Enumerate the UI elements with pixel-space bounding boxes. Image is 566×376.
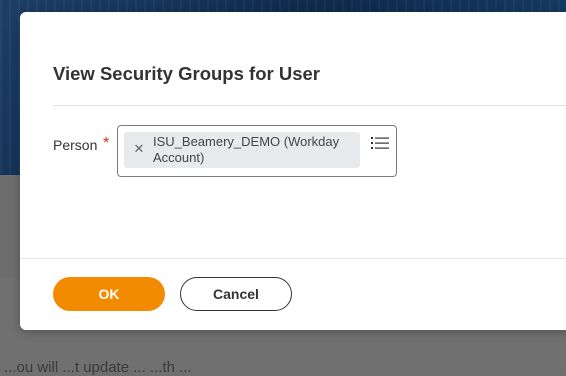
footer-divider [20, 258, 566, 259]
person-prompt-field[interactable]: ✕ ISU_Beamery_DEMO (Workday Account) [117, 125, 397, 177]
required-indicator: * [103, 135, 110, 152]
person-label: Person [53, 137, 98, 153]
cancel-button[interactable]: Cancel [180, 277, 292, 311]
selected-person-pill[interactable]: ✕ ISU_Beamery_DEMO (Workday Account) [124, 132, 360, 168]
selected-person-value: ISU_Beamery_DEMO (Workday Account) [153, 134, 340, 165]
list-icon[interactable] [371, 136, 389, 150]
ok-button[interactable]: OK [53, 277, 165, 311]
background-text: ...ou will ...t update ... ...th ... [4, 359, 192, 376]
title-divider [53, 105, 566, 106]
security-groups-dialog: View Security Groups for User Person * ✕… [20, 12, 566, 330]
close-icon[interactable]: ✕ [133, 142, 145, 155]
dialog-title: View Security Groups for User [53, 63, 320, 84]
